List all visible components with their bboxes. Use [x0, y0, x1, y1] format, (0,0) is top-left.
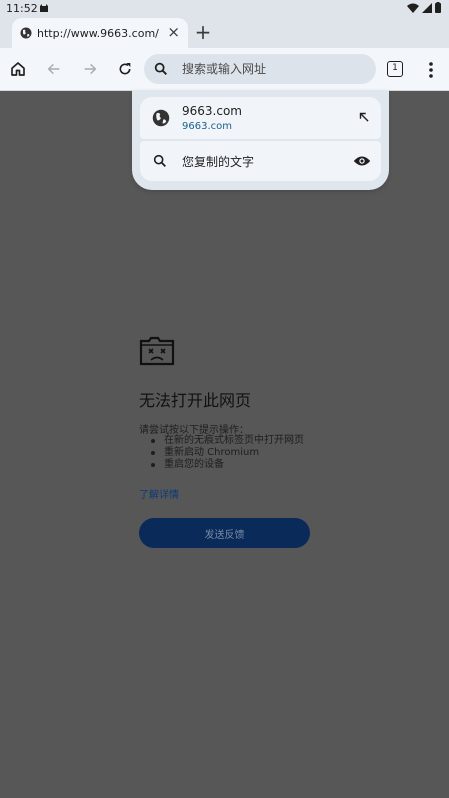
- omnibox-input[interactable]: [182, 60, 362, 78]
- error-tip: 重新启动 Chromium: [151, 447, 304, 459]
- reload-button[interactable]: [114, 58, 136, 80]
- home-icon: [11, 62, 25, 76]
- suggestion-item-clipboard[interactable]: 您复制的文字: [140, 141, 381, 181]
- eye-icon[interactable]: [353, 154, 371, 168]
- notification-app-icon: [40, 4, 48, 12]
- battery-icon: [435, 2, 441, 13]
- arrow-left-icon: [47, 63, 60, 75]
- reload-icon: [119, 63, 131, 75]
- search-icon: [153, 154, 166, 167]
- tab-title: http://www.9663.com/: [37, 26, 159, 40]
- tab-close-icon[interactable]: ×: [167, 24, 180, 40]
- overflow-menu-button[interactable]: [421, 60, 441, 80]
- tab-active[interactable]: http://www.9663.com/ ×: [12, 18, 188, 48]
- suggestion-title: 9663.com: [182, 104, 242, 118]
- error-tip: 重启您的设备: [151, 459, 304, 471]
- status-bar: 11:52: [0, 0, 449, 18]
- sad-folder-icon: [139, 336, 175, 366]
- error-tip: 在新的无痕式标签页中打开网页: [151, 435, 304, 446]
- suggestion-item-url[interactable]: 9663.com 9663.com: [140, 97, 381, 139]
- arrow-up-left-icon[interactable]: [357, 110, 371, 124]
- suggestion-title: 您复制的文字: [182, 155, 255, 169]
- more-vert-icon: [429, 62, 433, 78]
- omnibox[interactable]: [144, 54, 376, 84]
- error-page: 无法打开此网页 请尝试按以下提示操作： 在新的无痕式标签页中打开网页 重新启动 …: [0, 91, 449, 798]
- error-hint: 请尝试按以下提示操作：: [139, 425, 249, 436]
- arrow-right-icon: [84, 63, 97, 75]
- back-button[interactable]: [43, 58, 65, 80]
- tab-switcher-button[interactable]: 1: [387, 61, 403, 77]
- send-feedback-button[interactable]: 发送反馈: [139, 518, 310, 548]
- forward-button[interactable]: [79, 58, 101, 80]
- error-title: 无法打开此网页: [139, 391, 252, 410]
- toolbar: 1: [0, 48, 449, 91]
- suggestion-url: 9663.com: [182, 121, 232, 132]
- globe-icon: [152, 109, 170, 127]
- home-button[interactable]: [7, 58, 29, 80]
- search-icon: [154, 62, 167, 75]
- error-tips-list: 在新的无痕式标签页中打开网页 重新启动 Chromium 重启您的设备: [151, 435, 304, 471]
- tab-strip: http://www.9663.com/ × +: [0, 18, 449, 48]
- wifi-icon: [407, 3, 419, 13]
- globe-icon: [20, 27, 32, 39]
- signal-icon: [422, 2, 432, 13]
- details-link[interactable]: 了解详情: [139, 486, 179, 501]
- suggestion-dropdown: 9663.com 9663.com 您复制的文字: [132, 90, 389, 190]
- new-tab-button[interactable]: +: [193, 21, 213, 43]
- status-time: 11:52: [6, 2, 38, 15]
